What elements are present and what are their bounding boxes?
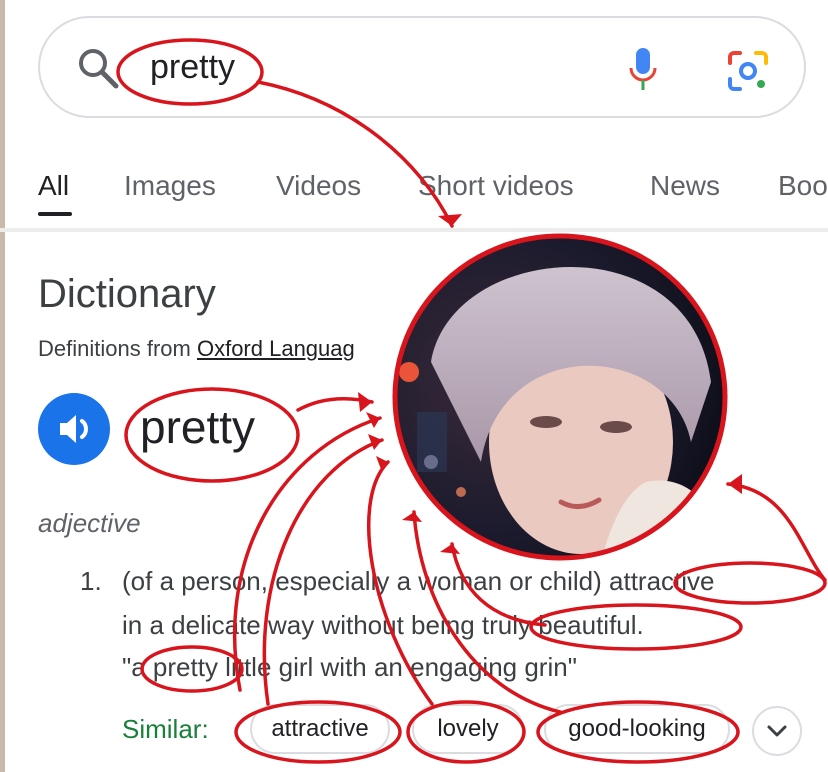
tab-all[interactable]: All (38, 170, 69, 202)
search-icon[interactable] (76, 46, 120, 90)
chevron-down-icon (767, 725, 787, 737)
definition-line-2: in a delicate way without being truly be… (122, 610, 644, 640)
oxford-languages-link[interactable]: Oxford Languag (197, 336, 355, 361)
similar-label: Similar: (122, 714, 209, 744)
tab-videos[interactable]: Videos (276, 170, 361, 202)
speaker-icon (60, 415, 88, 443)
left-edge-strip (0, 0, 5, 772)
arrow-headword-to-photo (296, 396, 374, 412)
search-bar[interactable]: pretty (38, 16, 806, 118)
definition-line-1: (of a person, especially a woman or chil… (122, 566, 715, 596)
tab-images[interactable]: Images (124, 170, 216, 202)
similar-chip-good-looking[interactable]: good-looking (544, 704, 730, 754)
arrow-attractive-to-photo (726, 482, 827, 582)
pronunciation-button[interactable] (38, 393, 110, 465)
dictionary-title: Dictionary (38, 272, 216, 316)
definition-number: 1. (80, 566, 102, 596)
active-tab-indicator (38, 212, 72, 216)
lens-icon[interactable] (726, 49, 770, 93)
circular-photo (392, 233, 728, 561)
definition-example: "a pretty little girl with an engaging g… (122, 652, 577, 682)
similar-chip-lovely[interactable]: lovely (412, 704, 524, 754)
part-of-speech: adjective (38, 508, 141, 538)
tab-books[interactable]: Boo (778, 170, 828, 202)
definitions-source-prefix: Definitions from (38, 336, 191, 361)
expand-similar-button[interactable] (752, 706, 802, 756)
tab-short-videos[interactable]: Short videos (418, 170, 574, 202)
similar-chip-attractive[interactable]: attractive (250, 704, 390, 754)
definitions-source: Definitions from Oxford Languag (38, 336, 355, 362)
mic-icon[interactable] (628, 46, 658, 92)
tab-news[interactable]: News (650, 170, 720, 202)
arrow-example-to-photo (232, 416, 382, 692)
search-tabs: All Images Videos Short videos News Boo (0, 160, 828, 220)
search-input[interactable]: pretty (150, 48, 235, 87)
headword: pretty (140, 401, 256, 453)
